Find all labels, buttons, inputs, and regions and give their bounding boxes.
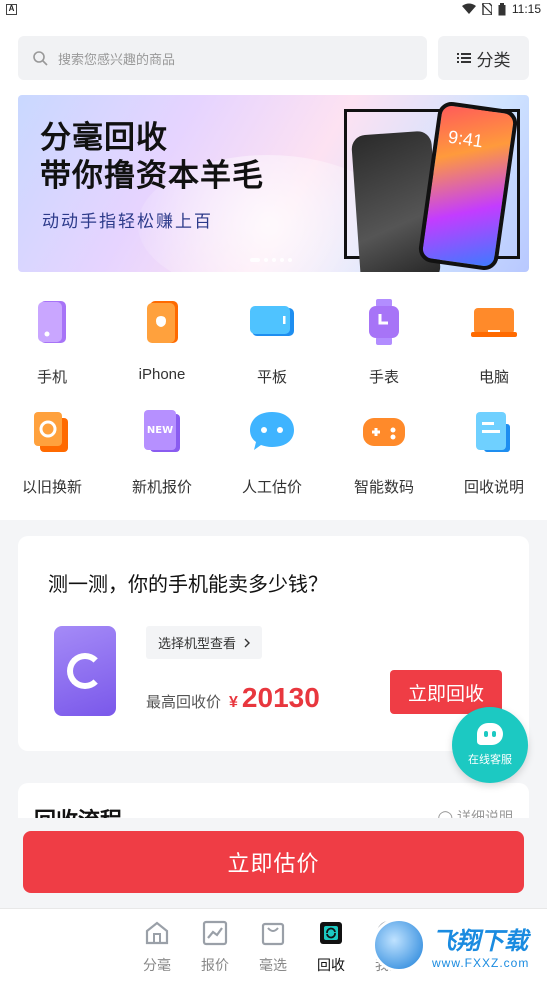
support-face-icon <box>477 723 503 745</box>
tab-label: 毫选 <box>259 957 287 973</box>
category-item[interactable]: 平板 <box>217 284 327 394</box>
new-quote-icon: NEW <box>138 408 186 456</box>
category-item[interactable]: NEW 新机报价 <box>107 394 217 504</box>
tab-quote[interactable]: 报价 <box>190 919 240 975</box>
chat-icon <box>248 408 296 456</box>
watermark-logo: 飞翔下载 www.FXXZ.com <box>372 918 542 972</box>
category-label: 新机报价 <box>131 479 192 496</box>
online-support-button[interactable]: 在线客服 <box>452 707 528 783</box>
category-label: 智能数码 <box>353 479 414 496</box>
clock: 11:15 <box>511 2 541 16</box>
support-label: 在线客服 <box>468 754 512 766</box>
category-grid: 手机 iPhone 平板 手表 电脑 以旧换新 NEW 新机报价 人工估价 智能… <box>0 280 547 520</box>
laptop-icon <box>470 298 518 346</box>
max-price-value: 20130 <box>241 682 320 713</box>
tab-recycle[interactable]: 回收 <box>306 919 356 975</box>
category-label: 以旧换新 <box>21 479 82 496</box>
estimate-bar: 立即估价 <box>0 818 547 908</box>
no-sim-icon <box>481 3 492 15</box>
chart-icon <box>202 920 228 946</box>
tab-select[interactable]: 毫选 <box>248 919 298 975</box>
category-label: 电脑 <box>478 369 509 386</box>
search-placeholder: 搜索您感兴趣的商品 <box>58 51 176 67</box>
category-item[interactable]: 以旧换新 <box>0 394 107 504</box>
banner-title-line1: 分毫回收 <box>40 120 168 156</box>
banner-title-line2: 带你撸资本羊毛 <box>40 158 264 194</box>
banner-subtitle: 动动手指轻松赚上百 <box>42 212 213 232</box>
gamepad-icon <box>360 408 408 456</box>
category-label: 手表 <box>368 369 399 386</box>
phone-recycle-image <box>54 626 116 716</box>
category-label: 回收说明 <box>463 479 524 496</box>
estimate-now-button[interactable]: 立即估价 <box>23 831 524 893</box>
category-item[interactable]: 手机 <box>0 284 107 394</box>
category-item[interactable]: 手表 <box>329 284 439 394</box>
apple-phone-icon <box>138 298 186 346</box>
chevron-right-icon <box>244 638 251 647</box>
tablet-icon <box>248 298 296 346</box>
tab-label: 报价 <box>201 957 229 973</box>
banner-title: 分毫回收 带你撸资本羊毛 <box>40 119 264 195</box>
category-item[interactable]: iPhone <box>107 284 217 394</box>
category-label: 分类 <box>476 50 511 70</box>
home-icon <box>145 921 169 945</box>
process-card: 回收流程 ◯ 详细说明 <box>18 783 529 823</box>
select-model-button[interactable]: 选择机型查看 <box>146 626 263 659</box>
list-icon <box>456 53 471 63</box>
trade-in-icon <box>28 408 76 456</box>
watch-icon <box>360 298 408 346</box>
category-item[interactable]: 电脑 <box>439 284 547 394</box>
status-bar: A 11:15 <box>0 0 547 18</box>
document-icon <box>470 408 518 456</box>
category-button[interactable]: 分类 <box>438 36 529 80</box>
promo-banner[interactable]: 分毫回收 带你撸资本羊毛 动动手指轻松赚上百 9:41 <box>18 95 529 272</box>
bag-icon <box>261 922 285 946</box>
wifi-icon <box>461 3 476 14</box>
quote-card-title: 测一测，你的手机能卖多少钱？ <box>48 574 328 596</box>
currency-symbol: ¥ <box>229 694 238 711</box>
tab-label: 分毫 <box>143 957 171 973</box>
watermark-text: 飞翔下载 www.FXXZ.com <box>432 921 529 970</box>
svg-text:NEW: NEW <box>147 425 173 436</box>
max-price: 最高回收价 ¥ 20130 <box>146 682 320 714</box>
category-label: 人工估价 <box>241 479 302 496</box>
category-item[interactable]: 回收说明 <box>439 394 547 504</box>
search-icon <box>33 51 48 66</box>
select-model-label: 选择机型查看 <box>158 636 237 651</box>
header-area: 搜索您感兴趣的商品 分类 分毫回收 带你撸资本羊毛 动动手指轻松赚上百 9:41 <box>0 18 547 280</box>
watermark-logo-icon <box>372 918 426 972</box>
max-price-label: 最高回收价 <box>146 694 222 711</box>
category-label: iPhone <box>138 366 186 383</box>
battery-icon <box>498 2 506 15</box>
phone-icon <box>28 298 76 346</box>
category-item[interactable]: 人工估价 <box>217 394 327 504</box>
category-label: 平板 <box>256 369 287 386</box>
quote-card: 测一测，你的手机能卖多少钱？ 选择机型查看 最高回收价 ¥ 20130 立即回收 <box>18 536 529 751</box>
watermark-brand: 飞翔下载 <box>432 927 528 955</box>
tab-label: 回收 <box>317 957 345 973</box>
watermark-url: www.FXXZ.com <box>432 955 530 970</box>
tab-home[interactable]: 分毫 <box>132 919 182 975</box>
category-item[interactable]: 智能数码 <box>329 394 439 504</box>
search-input[interactable]: 搜索您感兴趣的商品 <box>18 36 427 80</box>
banner-pagination <box>250 258 292 262</box>
recycle-icon <box>320 922 342 944</box>
sim-indicator-icon: A <box>6 3 17 15</box>
category-label: 手机 <box>36 369 67 386</box>
